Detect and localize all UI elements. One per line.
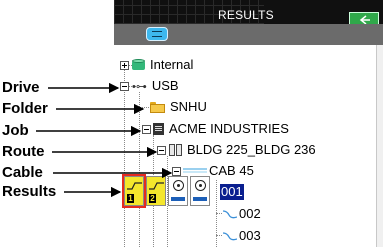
tree-label-route: BLDG 225_BLDG 236: [187, 142, 316, 157]
tree-label-result: 003: [239, 228, 261, 243]
callout-drive: Drive: [2, 79, 40, 96]
result-type-1-button[interactable]: 1: [122, 174, 146, 208]
tree-label-result: 002: [239, 206, 261, 221]
tree-label-internal: Internal: [150, 57, 194, 72]
usb-icon: •⊶: [132, 80, 147, 93]
toolbar: [114, 24, 383, 45]
tree-node-result[interactable]: 001: [220, 183, 244, 201]
collapse-icon[interactable]: [157, 145, 166, 155]
step-trace-icon: [127, 182, 142, 190]
tree-label-folder: SNHU: [170, 99, 207, 114]
tree-connector: [139, 92, 140, 247]
dial-icon: [173, 180, 184, 191]
list-icon: [152, 31, 162, 37]
collapse-icon[interactable]: [172, 166, 181, 176]
database-icon: [132, 59, 145, 71]
tree-node-route[interactable]: BLDG 225_BLDG 236: [157, 141, 316, 159]
callout-results: Results: [2, 183, 57, 200]
result-type-buttons: 1 2: [122, 174, 210, 208]
collapse-icon[interactable]: [142, 124, 151, 134]
callout-job: Job: [2, 122, 29, 139]
tree-label-job: ACME INDUSTRIES: [169, 121, 289, 136]
arrow-right-bar-icon: [171, 197, 185, 201]
tree-node-folder[interactable]: SNHU: [148, 98, 207, 116]
tree-node-usb[interactable]: •⊶ USB: [120, 77, 179, 95]
tree-node-job[interactable]: ACME INDUSTRIES: [142, 120, 289, 138]
tree-label-cable: CAB 45: [209, 163, 254, 178]
job-icon: [153, 123, 164, 135]
callout-folder: Folder: [2, 100, 48, 117]
route-icon: [169, 144, 182, 156]
vertical-scrollbar[interactable]: [376, 45, 383, 247]
callout-route: Route: [2, 143, 45, 160]
step-trace-icon: [149, 182, 164, 190]
dial-icon: [195, 180, 206, 191]
result-type-3-button[interactable]: [168, 176, 188, 206]
expand-icon[interactable]: [120, 60, 129, 70]
result-type-2-button[interactable]: 2: [146, 176, 166, 206]
trace-icon: [223, 232, 237, 241]
result-type-4-button[interactable]: [190, 176, 210, 206]
result-number: 2: [149, 194, 156, 203]
tree-label-usb: USB: [151, 78, 179, 93]
collapse-icon[interactable]: [120, 81, 129, 91]
tree-node-result[interactable]: 003: [220, 227, 261, 245]
tree-node-result[interactable]: 002: [220, 205, 261, 223]
tree-node-internal[interactable]: Internal: [120, 56, 193, 74]
result-number: 1: [127, 194, 134, 203]
callout-cable: Cable: [2, 164, 43, 181]
arrow-left-bar-icon: [193, 197, 207, 201]
trace-icon: [223, 210, 237, 219]
folder-icon: [150, 101, 165, 113]
tree-label-result-selected: 001: [220, 184, 244, 200]
results-panel: RESULTS Internal •⊶ USB SNHU ACME INDUST…: [114, 0, 383, 247]
panel-title: RESULTS: [218, 8, 274, 22]
list-view-button[interactable]: [146, 27, 168, 41]
